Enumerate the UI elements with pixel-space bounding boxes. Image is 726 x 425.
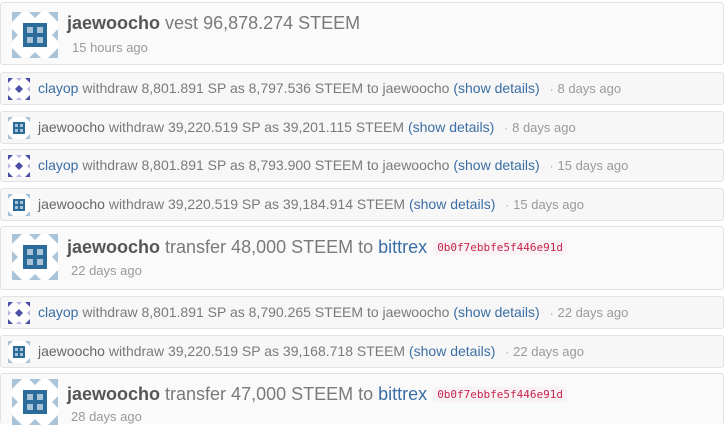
activity-row: jaewoocho withdraw 39,220.519 SP as 39,1… [0,335,724,368]
memo-code: 0b0f7ebbfe5f446e91d [433,240,568,255]
activity-row: jaewoocho withdraw 39,220.519 SP as 39,2… [0,111,724,144]
show-details-link[interactable]: (show details) [453,304,539,320]
username[interactable]: clayop [38,80,78,96]
action-text: withdraw 8,801.891 SP as 8,790.265 STEEM… [82,304,450,320]
activity-row: jaewoocho transfer 48,000 STEEM to bittr… [0,226,724,290]
identicon-avatar[interactable] [8,117,30,139]
action-text: withdraw 39,220.519 SP as 39,168.718 STE… [108,343,406,359]
timestamp[interactable]: 8 days ago [512,120,576,135]
identicon-avatar[interactable] [12,234,58,280]
separator-dot: · [549,82,554,96]
activity-text: clayop withdraw 8,801.891 SP as 8,797.53… [38,80,621,96]
activity-text: jaewoocho transfer 48,000 STEEM to bittr… [67,237,568,258]
activity-text: jaewoocho vest 96,878.274 STEEM [67,13,360,34]
recipient-link[interactable]: bittrex [378,237,427,257]
action-text: withdraw 8,801.891 SP as 8,793.900 STEEM… [82,157,450,173]
username[interactable]: clayop [38,304,78,320]
separator-dot: · [549,306,554,320]
action-amount: 96,878.274 STEEM [203,13,361,33]
activity-row: clayop withdraw 8,801.891 SP as 8,790.26… [0,296,724,329]
timestamp[interactable]: 22 days ago [558,305,629,320]
identicon-avatar[interactable] [8,341,30,363]
activity-text: jaewoocho transfer 47,000 STEEM to bittr… [67,384,568,405]
activity-row: jaewoocho transfer 47,000 STEEM to bittr… [0,373,724,425]
username[interactable]: jaewoocho [67,13,160,33]
show-details-link[interactable]: (show details) [409,196,495,212]
activity-row: jaewoocho vest 96,878.274 STEEM 15 hours… [0,2,724,65]
separator-dot: · [504,121,509,135]
username[interactable]: jaewoocho [38,196,105,212]
username[interactable]: clayop [38,157,78,173]
activity-row: clayop withdraw 8,801.891 SP as 8,797.53… [0,72,724,105]
show-details-link[interactable]: (show details) [408,119,494,135]
show-details-link[interactable]: (show details) [409,343,495,359]
identicon-avatar[interactable] [12,12,58,58]
action-text: withdraw 39,220.519 SP as 39,201.115 STE… [108,119,405,135]
timestamp[interactable]: 28 days ago [71,409,142,424]
recipient-link[interactable]: bittrex [378,384,427,404]
show-details-link[interactable]: (show details) [453,157,539,173]
memo-code: 0b0f7ebbfe5f446e91d [433,387,568,402]
identicon-avatar[interactable] [8,302,30,324]
identicon-avatar[interactable] [8,194,30,216]
timestamp[interactable]: 8 days ago [558,81,622,96]
separator-dot: · [505,345,510,359]
username[interactable]: jaewoocho [67,384,160,404]
action-verb: vest [165,13,199,33]
activity-row: jaewoocho withdraw 39,220.519 SP as 39,1… [0,188,724,221]
separator-dot: · [549,159,554,173]
activity-text: clayop withdraw 8,801.891 SP as 8,790.26… [38,304,628,320]
action-text: withdraw 39,220.519 SP as 39,184.914 STE… [108,196,406,212]
timestamp[interactable]: 22 days ago [513,344,584,359]
action-text: transfer 48,000 STEEM to [165,237,374,257]
activity-text: clayop withdraw 8,801.891 SP as 8,793.90… [38,157,628,173]
username[interactable]: jaewoocho [38,119,105,135]
activity-row: clayop withdraw 8,801.891 SP as 8,793.90… [0,149,724,182]
activity-text: jaewoocho withdraw 39,220.519 SP as 39,2… [38,119,576,135]
identicon-avatar[interactable] [8,78,30,100]
timestamp[interactable]: 15 hours ago [72,40,148,55]
activity-text: jaewoocho withdraw 39,220.519 SP as 39,1… [38,343,584,359]
action-text: withdraw 8,801.891 SP as 8,797.536 STEEM… [82,80,450,96]
username[interactable]: jaewoocho [67,237,160,257]
timestamp[interactable]: 22 days ago [71,263,142,278]
timestamp[interactable]: 15 days ago [558,158,629,173]
timestamp[interactable]: 15 days ago [513,197,584,212]
show-details-link[interactable]: (show details) [453,80,539,96]
username[interactable]: jaewoocho [38,343,105,359]
action-text: transfer 47,000 STEEM to [165,384,374,404]
activity-text: jaewoocho withdraw 39,220.519 SP as 39,1… [38,196,584,212]
identicon-avatar[interactable] [12,379,58,425]
identicon-avatar[interactable] [8,155,30,177]
separator-dot: · [505,198,510,212]
